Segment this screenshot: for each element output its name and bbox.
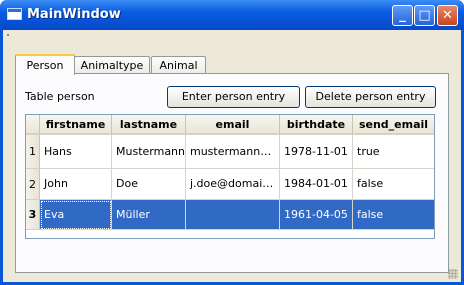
window-icon[interactable] [7,8,22,20]
table-cell[interactable]: false [353,169,434,200]
person-tab-pane: Table person Enter person entry Delete p… [15,73,449,273]
person-table[interactable]: firstname lastname email birthdate send_… [25,114,435,239]
table-cell-selected[interactable]: Eva [40,200,112,230]
table-cell[interactable]: true [353,135,434,169]
resize-grip[interactable] [448,269,458,279]
tab-animal[interactable]: Animal [151,56,206,74]
tab-person[interactable]: Person [15,54,75,75]
table-cell[interactable]: Doe [112,169,186,200]
maximize-button[interactable]: □ [414,5,435,26]
tab-animaltype[interactable]: Animaltype [74,56,150,74]
table-cell[interactable]: mustermann@d... [186,135,280,169]
table-cell[interactable]: j.doe@domain.... [186,169,280,200]
enter-person-entry-button[interactable]: Enter person entry [167,86,300,108]
close-button[interactable]: ✕ [437,5,458,26]
menu-bar-handle [7,34,9,36]
table-cell[interactable]: Mustermann [112,135,186,169]
table-cell[interactable]: 1978-11-01 [280,135,353,169]
corner-header[interactable] [26,115,40,135]
column-header-email[interactable]: email [186,115,280,135]
table-cell-selected[interactable]: Müller [112,200,186,230]
table-cell-selected[interactable]: 1961-04-05 [280,200,353,230]
table-cell[interactable]: John [40,169,112,200]
table-cell[interactable]: 1984-01-01 [280,169,353,200]
minimize-button[interactable]: _ [392,5,413,26]
column-header-birthdate[interactable]: birthdate [280,115,353,135]
delete-person-entry-button[interactable]: Delete person entry [305,86,436,108]
title-bar[interactable]: MainWindow _ □ ✕ [0,0,464,30]
column-header-send-email[interactable]: send_email [353,115,434,135]
table-cell[interactable]: Hans [40,135,112,169]
main-window: MainWindow _ □ ✕ Person Animaltype Anima… [0,0,464,285]
row-header[interactable]: 3 [26,200,40,230]
column-header-firstname[interactable]: firstname [40,115,112,135]
table-cell-selected[interactable] [186,200,280,230]
table-cell-selected[interactable]: false [353,200,434,230]
window-title: MainWindow [27,7,121,22]
row-header[interactable]: 1 [26,135,40,169]
column-header-lastname[interactable]: lastname [112,115,186,135]
row-header[interactable]: 2 [26,169,40,200]
table-person-label: Table person [25,90,95,103]
window-client-area: Person Animaltype Animal Table person En… [3,30,461,282]
